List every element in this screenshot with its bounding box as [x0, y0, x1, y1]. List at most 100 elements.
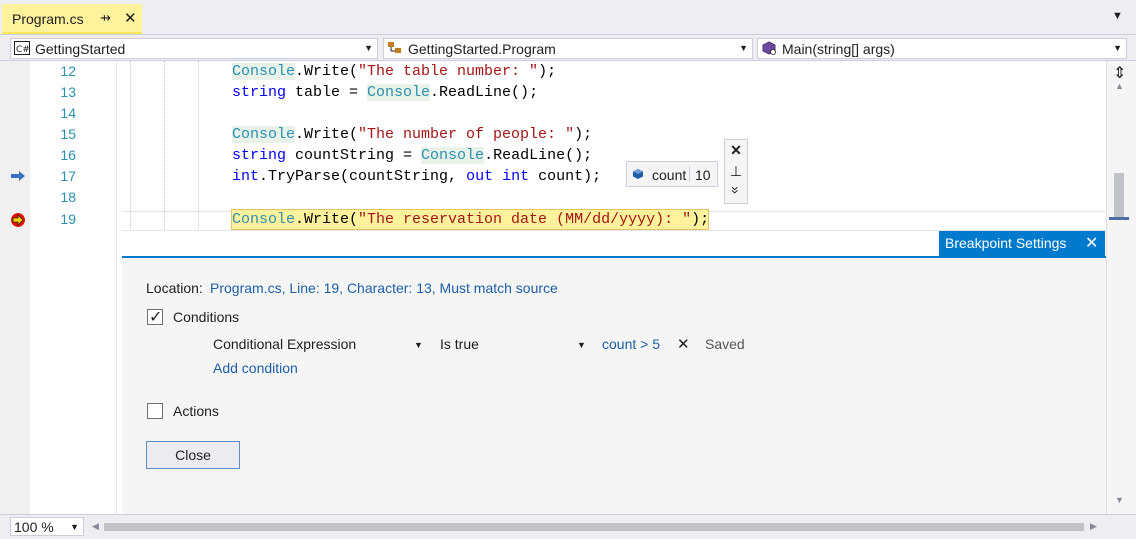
chevron-down-icon: ▼ [364, 43, 373, 53]
close-tab-icon[interactable]: ✕ [124, 9, 137, 27]
breakpoint-gutter[interactable] [0, 61, 30, 514]
code-line-13[interactable]: string table = Console.ReadLine(); [232, 84, 538, 101]
class-token: Console [232, 126, 296, 143]
add-condition-link[interactable]: Add condition [213, 360, 298, 376]
split-window-icon[interactable]: ⇕ [1113, 63, 1126, 83]
string-token: "The number of people: " [358, 126, 575, 143]
code-line-12[interactable]: Console.Write("The table number: "); [232, 63, 556, 80]
class-name: GettingStarted.Program [408, 41, 556, 57]
editor-bottom-bar: 100 % ▼ ◀ ▶ [0, 514, 1136, 539]
tab-title: Program.cs [12, 11, 84, 27]
navigation-bar: C# GettingStarted ▼ GettingStarted.Progr… [0, 34, 1136, 61]
vertical-scrollbar[interactable]: ⇕ ▲ ▼ [1106, 61, 1136, 514]
code-token: count); [529, 168, 602, 185]
project-name: GettingStarted [35, 41, 126, 57]
breakpoint-settings-panel: Location: Program.cs, Line: 19, Characte… [122, 256, 1106, 514]
tab-program-cs[interactable]: Program.cs ⇸ ✕ [2, 4, 142, 34]
chevron-down-icon: ▼ [1113, 43, 1122, 53]
actions-checkbox[interactable] [147, 403, 163, 419]
string-token: "The reservation date (MM/dd/yyyy): " [358, 211, 692, 228]
scroll-up-icon[interactable]: ▲ [1115, 81, 1124, 91]
horizontal-scrollbar[interactable]: ◀ ▶ [90, 518, 1100, 535]
actions-label: Actions [173, 403, 219, 419]
datatip-variable-name: count [652, 167, 687, 183]
gutter-separator [116, 61, 117, 514]
tab-overflow-icon[interactable]: ▼ [1112, 10, 1123, 22]
bookmark-arrow-icon [11, 171, 25, 181]
scrollbar-position-marker [1109, 217, 1129, 220]
csharp-project-icon: C# [14, 41, 30, 55]
keyword-token: int [502, 168, 530, 185]
condition-mode-dropdown[interactable]: Is true [440, 336, 479, 352]
code-token: .ReadLine(); [430, 84, 539, 101]
keyword-token: string [232, 84, 287, 101]
close-button-label: Close [175, 447, 211, 463]
indent-guide [130, 61, 131, 231]
condition-expression-input[interactable]: count > 5 [602, 336, 660, 352]
pin-tab-icon[interactable]: ⇸ [100, 10, 111, 26]
class-token: Console [367, 84, 431, 101]
breakpoint-settings-title: Breakpoint Settings [945, 235, 1067, 251]
class-dropdown[interactable]: GettingStarted.Program ▼ [383, 38, 753, 59]
scroll-right-icon[interactable]: ▶ [1090, 521, 1097, 532]
horizontal-scrollbar-thumb[interactable] [104, 523, 1084, 531]
datatip-variable-value[interactable]: 10 [695, 167, 711, 183]
line-number: 19 [60, 211, 76, 227]
code-token: ); [538, 63, 557, 80]
datatip-toolbar: ✕ ⊥ » [724, 139, 748, 204]
scroll-down-icon[interactable]: ▼ [1115, 495, 1124, 505]
line-number: 15 [60, 126, 76, 142]
class-token: Console [421, 147, 485, 164]
datatip-separator [689, 166, 690, 182]
chevron-down-icon: ▼ [70, 522, 79, 532]
variable-cube-icon [633, 169, 643, 179]
line-numbers: 12 13 14 15 16 17 18 19 [30, 61, 116, 514]
code-line-17[interactable]: int.TryParse(countString, out int count)… [232, 168, 601, 185]
chevron-down-icon[interactable]: ▼ [577, 340, 586, 350]
code-token: .ReadLine(); [484, 147, 593, 164]
member-name: Main(string[] args) [782, 41, 895, 57]
document-tab-strip: Program.cs ⇸ ✕ ▼ [0, 0, 1136, 34]
code-line-15[interactable]: Console.Write("The number of people: "); [232, 126, 592, 143]
conditions-label: Conditions [173, 309, 240, 325]
line-number: 14 [60, 105, 76, 121]
class-icon [388, 42, 401, 53]
pin-datatip-icon[interactable]: ⊥ [725, 163, 747, 180]
line-number: 18 [60, 189, 76, 205]
zoom-level: 100 % [14, 519, 54, 535]
location-label: Location: [146, 280, 203, 296]
datatip-count[interactable]: count 10 [626, 161, 718, 187]
condition-type-dropdown[interactable]: Conditional Expression [213, 336, 356, 352]
indent-guide [198, 61, 199, 231]
line-number: 17 [60, 168, 76, 184]
zoom-dropdown[interactable]: 100 % ▼ [10, 517, 84, 536]
expand-datatip-icon[interactable]: » [728, 179, 744, 201]
scroll-left-icon[interactable]: ◀ [92, 521, 99, 532]
chevron-down-icon[interactable]: ▼ [414, 340, 423, 350]
breakpoint-current-statement-icon[interactable] [9, 211, 27, 229]
project-dropdown[interactable]: C# GettingStarted ▼ [10, 38, 378, 59]
line-number: 13 [60, 84, 76, 100]
member-dropdown[interactable]: Main(string[] args) ▼ [757, 38, 1127, 59]
close-button[interactable]: Close [146, 441, 240, 469]
class-token: Console [232, 211, 296, 228]
class-token: Console [232, 63, 296, 80]
code-token: countString = [286, 147, 422, 164]
indent-guide [164, 61, 165, 231]
close-breakpoint-settings-icon[interactable]: ✕ [1085, 233, 1098, 253]
code-line-19[interactable]: Console.Write("The reservation date (MM/… [232, 211, 709, 228]
code-token: ); [574, 126, 593, 143]
breakpoint-settings-tab: Breakpoint Settings ✕ [939, 231, 1105, 256]
scrollbar-thumb[interactable] [1114, 173, 1124, 219]
conditions-checkbox[interactable]: ✓ [147, 309, 163, 326]
code-token: .TryParse(countString, [259, 168, 467, 185]
string-token: "The table number: " [358, 63, 539, 80]
code-token: .Write( [295, 211, 359, 228]
close-datatip-icon[interactable]: ✕ [725, 142, 747, 159]
keyword-token: string [232, 147, 287, 164]
remove-condition-icon[interactable]: ✕ [677, 335, 690, 353]
code-token: table = [286, 84, 368, 101]
location-link[interactable]: Program.cs, Line: 19, Character: 13, Mus… [210, 280, 558, 296]
code-line-16[interactable]: string countString = Console.ReadLine(); [232, 147, 592, 164]
